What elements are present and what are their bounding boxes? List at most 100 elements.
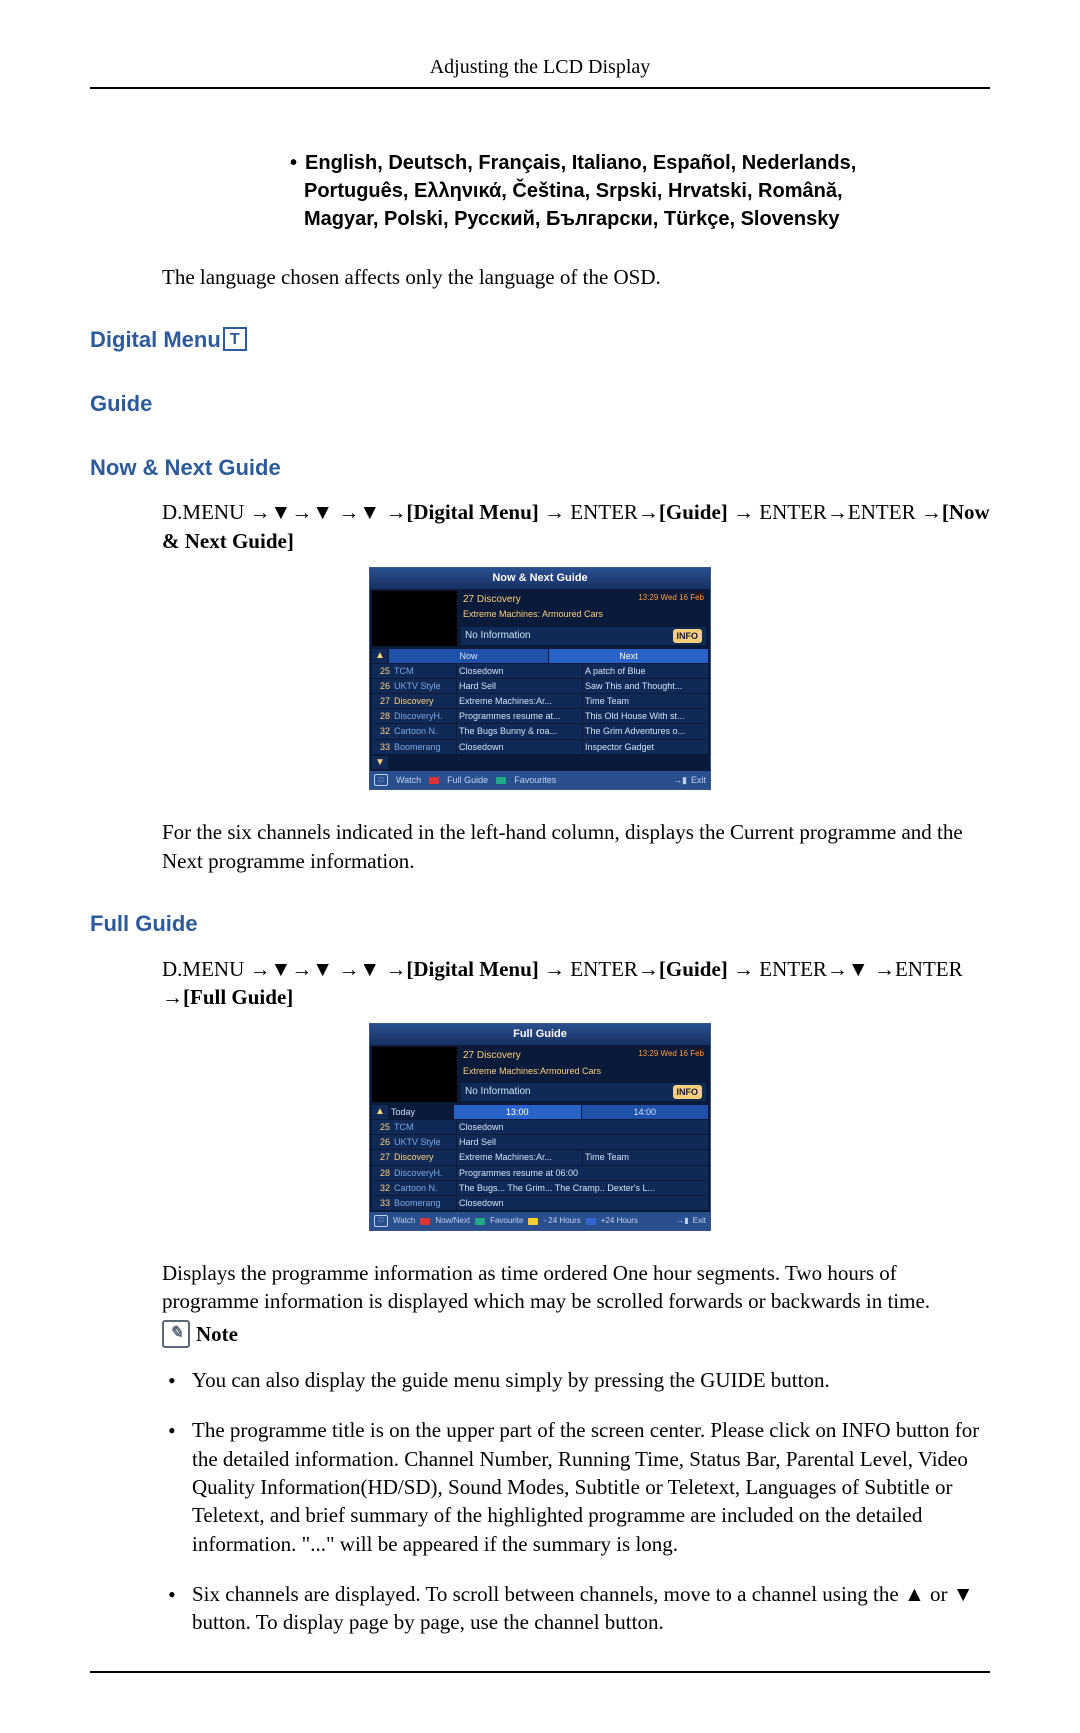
note-heading: ✎ Note <box>162 1320 990 1348</box>
no-info-label: No Information <box>465 629 531 643</box>
page-header: Adjusting the LCD Display <box>90 54 990 89</box>
channel-name: DiscoveryH. <box>392 1166 456 1180</box>
channel-number: 33 <box>372 1196 392 1210</box>
next-cell: Time Team <box>582 694 708 708</box>
info-button[interactable]: INFO <box>673 629 703 643</box>
green-swatch-icon <box>475 1218 485 1225</box>
table-row[interactable]: 32Cartoon N.The Bugs... The Grim... The … <box>372 1181 708 1195</box>
programme-label: Extreme Machines: Armoured Cars <box>459 608 708 624</box>
now-next-guide-screenshot: Now & Next Guide 27 Discovery13:29 Wed 1… <box>369 567 711 790</box>
time-1400: 14:00 <box>582 1105 709 1119</box>
red-swatch-icon <box>429 777 439 784</box>
prog-cell: The Bugs... The Grim... The Cramp.. Dext… <box>456 1181 708 1195</box>
prog-cell: Extreme Machines:Ar... <box>456 1150 582 1164</box>
legend-nownext: Now/Next <box>435 1216 470 1227</box>
list-item: The programme title is on the upper part… <box>162 1416 990 1558</box>
lang-line-1: English, Deutsch, Français, Italiano, Es… <box>305 152 856 174</box>
table-row[interactable]: 33BoomerangClosedown <box>372 1196 708 1210</box>
legend-fav: Favourite <box>490 1216 523 1227</box>
now-cell: Programmes resume at... <box>456 709 582 723</box>
preview-thumbnail <box>372 1047 457 1102</box>
red-swatch-icon <box>420 1218 430 1225</box>
now-next-rows: 25TCMClosedownA patch of Blue26UKTV Styl… <box>370 664 710 756</box>
exit-arrow-icon: →▮ <box>673 774 687 786</box>
channel-name: Discovery <box>392 1150 456 1164</box>
full-guide-path: D.MENU →▼→▼ →▼ →[Digital Menu] → ENTER→[… <box>162 955 990 1012</box>
legend-fav: Favourites <box>514 774 556 786</box>
lang-line-3: Magyar, Polski, Русский, Български, Türk… <box>304 208 840 230</box>
table-row[interactable]: 26UKTV StyleHard SellSaw This and Though… <box>372 679 708 693</box>
up-arrow-icon[interactable]: ▲ <box>372 1105 388 1119</box>
full-guide-rows: 25TCMClosedown26UKTV StyleHard Sell27Dis… <box>370 1120 710 1212</box>
channel-name: Boomerang <box>392 740 456 754</box>
now-cell: Closedown <box>456 664 582 678</box>
time-1300: 13:00 <box>454 1105 581 1119</box>
next-column-header: Next <box>549 649 708 663</box>
channel-number: 32 <box>372 1181 392 1195</box>
down-arrow-icon[interactable]: ▼ <box>372 756 388 770</box>
channel-number: 32 <box>372 724 392 738</box>
legend-exit: Exit <box>693 1216 706 1227</box>
next-cell: This Old House With st... <box>582 709 708 723</box>
now-column-header: Now <box>389 649 548 663</box>
blue-swatch-icon <box>586 1218 596 1225</box>
table-row[interactable]: 25TCMClosedownA patch of Blue <box>372 664 708 678</box>
programme-label: Extreme Machines:Armoured Cars <box>459 1065 708 1081</box>
channel-name: UKTV Style <box>392 1135 456 1149</box>
ok-icon: □ <box>374 774 388 786</box>
channel-name: TCM <box>392 1120 456 1134</box>
table-row[interactable]: 25TCMClosedown <box>372 1120 708 1134</box>
channel-name: Discovery <box>392 694 456 708</box>
next-cell: Inspector Gadget <box>582 740 708 754</box>
language-note: The language chosen affects only the lan… <box>162 263 990 291</box>
no-info-label: No Information <box>465 1085 531 1099</box>
up-arrow-icon[interactable]: ▲ <box>372 649 388 663</box>
next-cell: Saw This and Thought... <box>582 679 708 693</box>
now-cell: Hard Sell <box>456 679 582 693</box>
prog-cell: Programmes resume at 06:00 <box>456 1166 708 1180</box>
now-next-description: For the six channels indicated in the le… <box>162 818 990 875</box>
full-guide-heading: Full Guide <box>90 909 990 939</box>
table-row[interactable]: 28DiscoveryH.Programmes resume at...This… <box>372 709 708 723</box>
channel-name: Cartoon N. <box>392 724 456 738</box>
channel-name: UKTV Style <box>392 679 456 693</box>
now-next-heading: Now & Next Guide <box>90 453 990 483</box>
guide-title: Full Guide <box>370 1024 710 1045</box>
guide-title: Now & Next Guide <box>370 568 710 589</box>
digital-menu-heading: Digital MenuT <box>90 325 990 355</box>
now-cell: Extreme Machines:Ar... <box>456 694 582 708</box>
t-badge-icon: T <box>223 327 247 351</box>
datetime-label: 13:29 Wed 16 Feb <box>638 1049 704 1060</box>
table-row[interactable]: 27DiscoveryExtreme Machines:Ar...Time Te… <box>372 1150 708 1164</box>
exit-arrow-icon: →▮ <box>676 1216 688 1227</box>
table-row[interactable]: 26UKTV StyleHard Sell <box>372 1135 708 1149</box>
table-row[interactable]: 28DiscoveryH.Programmes resume at 06:00 <box>372 1166 708 1180</box>
channel-number: 27 <box>372 694 392 708</box>
prog-cell: Closedown <box>456 1196 708 1210</box>
footer-rule <box>90 1671 990 1673</box>
full-guide-description: Displays the programme information as ti… <box>162 1259 990 1316</box>
prog-cell: Closedown <box>456 1120 708 1134</box>
channel-number: 26 <box>372 1135 392 1149</box>
today-label: Today <box>389 1105 453 1119</box>
next-cell: The Grim Adventures o... <box>582 724 708 738</box>
table-row[interactable]: 32Cartoon N.The Bugs Bunny & roa...The G… <box>372 724 708 738</box>
languages-list: • English, Deutsch, Français, Italiano, E… <box>290 149 990 233</box>
channel-name: DiscoveryH. <box>392 709 456 723</box>
now-cell: Closedown <box>456 740 582 754</box>
green-swatch-icon <box>496 777 506 784</box>
table-row[interactable]: 27DiscoveryExtreme Machines:Ar...Time Te… <box>372 694 708 708</box>
bullet-icon: • <box>290 152 297 174</box>
channel-number: 25 <box>372 664 392 678</box>
prog-cell: Time Team <box>582 1150 708 1164</box>
list-item: You can also display the guide menu simp… <box>162 1366 990 1394</box>
legend-watch: Watch <box>393 1216 415 1227</box>
info-button[interactable]: INFO <box>673 1085 703 1099</box>
note-icon: ✎ <box>162 1320 190 1348</box>
lang-line-2: Português, Ελληνικά, Čeština, Srpski, Hr… <box>304 180 843 202</box>
table-row[interactable]: 33BoomerangClosedownInspector Gadget <box>372 740 708 754</box>
list-item: Six channels are displayed. To scroll be… <box>162 1580 990 1637</box>
legend-plus24: +24 Hours <box>601 1216 638 1227</box>
next-cell: A patch of Blue <box>582 664 708 678</box>
notes-list: You can also display the guide menu simp… <box>162 1366 990 1637</box>
